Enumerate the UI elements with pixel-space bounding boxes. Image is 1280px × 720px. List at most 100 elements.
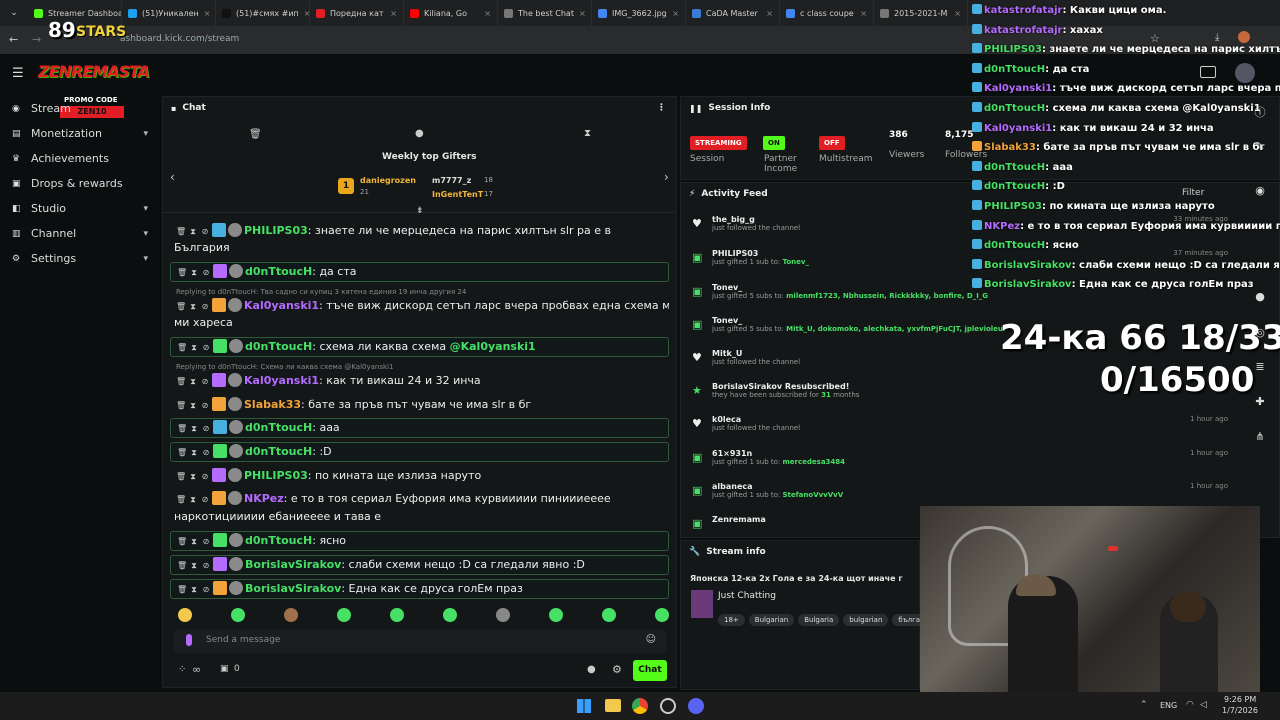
stream-tag[interactable]: Bulgarian	[748, 614, 795, 626]
camera-icon[interactable]: ◉	[1253, 184, 1267, 198]
chat-more-icon[interactable]: ⋮	[657, 103, 666, 113]
ban-icon[interactable]: ⊘	[201, 264, 211, 281]
chat-rail-icon[interactable]: ●	[1253, 290, 1267, 304]
stream-tag[interactable]: българ	[892, 614, 920, 626]
browser-tab[interactable]: (51)#смях #ип ×	[216, 0, 310, 26]
file-explorer-icon[interactable]	[605, 699, 621, 712]
category-name[interactable]: Just Chatting	[718, 591, 776, 601]
gifter-3-name[interactable]: InGentTenT	[432, 190, 483, 199]
chat-message[interactable]: 🗑 ⧗ ⊘ Kal0yanski1: тъче виж дискорд сетъп л…	[170, 297, 669, 315]
browser-tab[interactable]: The best Chat ×	[498, 0, 592, 26]
browser-tab[interactable]: 2015-2021-M ×	[874, 0, 968, 26]
stream-tag[interactable]: bulgarian	[843, 614, 889, 626]
chat-username[interactable]: d0nTtoucH	[245, 421, 312, 434]
chat-message[interactable]: ми хареса	[170, 314, 669, 332]
volume-icon[interactable]: ◁	[1200, 700, 1207, 710]
ban-icon[interactable]: ⊘	[201, 339, 211, 356]
browser-tab[interactable]: IMG_3662.jpg ×	[592, 0, 686, 26]
chat-username[interactable]: Kal0yanski1	[244, 299, 319, 312]
timeout-icon[interactable]: ⧗	[188, 223, 198, 240]
activity-recipient[interactable]: 31	[821, 391, 831, 399]
activity-item[interactable]: ▣ albaneca just gifted 1 sub to: StefanoVv…	[688, 482, 1228, 499]
timeout-icon[interactable]: ⧗	[188, 298, 198, 315]
activity-recipient[interactable]: milenmf1723, Nbhussein, Rickkkkky, bonfi…	[786, 292, 988, 300]
timeout-icon[interactable]: ⧗	[189, 444, 199, 461]
emote-icon[interactable]	[284, 608, 298, 622]
emote-icon[interactable]	[655, 608, 669, 622]
chat-mention[interactable]: @Kal0yanski1	[450, 340, 536, 353]
sidebar-item-monetization[interactable]: ▤ Monetization ▾	[0, 121, 160, 146]
delete-message-icon[interactable]: 🗑	[176, 298, 186, 315]
edit-icon[interactable]: ✎	[1253, 140, 1267, 154]
gifter-1-name[interactable]: daniegrozen	[360, 176, 416, 185]
chat-message[interactable]: 🗑 ⧗ ⊘ Kal0yanski1: как ти викаш 24 и 32 инч…	[170, 372, 669, 390]
chat-message[interactable]: 🗑 ⧗ ⊘ d0nTtoucH: схема ли каква схема @Kal0…	[170, 337, 669, 357]
activity-filter-button[interactable]: Filter	[1182, 188, 1204, 198]
download-icon[interactable]: ⤓	[1215, 32, 1219, 43]
emote-icon[interactable]	[496, 608, 510, 622]
prev-arrow-icon[interactable]: ‹	[170, 170, 175, 184]
browser-tab[interactable]: c class coupe ×	[780, 0, 874, 26]
chat-username[interactable]: d0nTtoucH	[245, 265, 312, 278]
chat-username[interactable]: Slabak33	[244, 398, 301, 411]
timeout-icon[interactable]: ⧗	[189, 581, 199, 598]
category-thumbnail[interactable]	[691, 590, 713, 618]
tab-list-icon[interactable]: ⌄	[0, 0, 28, 26]
gifter-2-name[interactable]: m7777_z	[432, 176, 471, 185]
timeout-icon[interactable]: ⧗	[188, 397, 198, 414]
chevron-down-icon[interactable]: ▾	[143, 229, 148, 239]
tab-close-icon[interactable]: ×	[390, 9, 397, 18]
chat-message[interactable]: 🗑 ⧗ ⊘ NKPez: е то в тоя сериал Еуфория има …	[170, 490, 669, 508]
sidebar-item-achievements[interactable]: ♛ Achievements	[0, 146, 160, 171]
chat-message[interactable]: 🗑 ⧗ ⊘ Slabak33: бате за пръв път чувам че и…	[170, 396, 669, 414]
chevron-down-icon[interactable]: ▾	[143, 254, 148, 264]
timeout-icon[interactable]: ⧗	[188, 491, 198, 508]
next-arrow-icon[interactable]: ›	[664, 170, 669, 184]
delete-message-icon[interactable]: 🗑	[177, 339, 187, 356]
activity-recipient[interactable]: StefanoVvvVvV	[783, 491, 844, 499]
trash-icon[interactable]: 🗑	[249, 129, 262, 140]
delete-message-icon[interactable]: 🗑	[177, 264, 187, 281]
sidebar-item-studio[interactable]: ◧ Studio ▾	[0, 196, 160, 221]
emote-icon[interactable]	[178, 608, 192, 622]
back-icon[interactable]: ←	[9, 33, 18, 46]
emote-icon[interactable]	[549, 608, 563, 622]
hamburger-menu-icon[interactable]: ☰	[12, 66, 24, 81]
share-rail-icon[interactable]: ⋔	[1253, 430, 1267, 444]
chat-input-box[interactable]: Send a message ☺	[174, 629, 666, 653]
delete-message-icon[interactable]: 🗑	[176, 373, 186, 390]
delete-message-icon[interactable]: 🗑	[177, 444, 187, 461]
clock-date[interactable]: 1/7/2026	[1222, 706, 1258, 715]
chat-settings-icon[interactable]: ⚙	[612, 663, 622, 676]
slow-mode-icon[interactable]: ⧗	[584, 128, 591, 139]
tab-close-icon[interactable]: ×	[579, 9, 586, 18]
wifi-icon[interactable]: ◠	[1186, 700, 1194, 710]
activity-item[interactable]: ▣ 61×931n just gifted 1 sub to: mercedesa3…	[688, 449, 1228, 466]
sidebar-item-settings[interactable]: ⚙ Settings ▾	[0, 246, 160, 271]
tool-rail-icon[interactable]: ✚	[1253, 395, 1267, 409]
ban-icon[interactable]: ⊘	[201, 581, 211, 598]
tab-close-icon[interactable]: ×	[204, 9, 211, 18]
windows-start-icon[interactable]	[577, 699, 591, 713]
chat-message[interactable]: 🗑 ⧗ ⊘ d0nTtoucH: ясно	[170, 531, 669, 551]
chat-username[interactable]: d0nTtoucH	[245, 340, 312, 353]
partner-on-badge[interactable]: ON	[763, 130, 785, 150]
delete-message-icon[interactable]: 🗑	[176, 223, 186, 240]
chat-username[interactable]: NKPez	[244, 492, 284, 505]
discord-icon[interactable]	[688, 698, 704, 714]
chat-username[interactable]: d0nTtoucH	[245, 534, 312, 547]
ban-icon[interactable]: ⊘	[200, 223, 210, 240]
timeout-icon[interactable]: ⧗	[189, 339, 199, 356]
chat-username[interactable]: d0nTtoucH	[245, 445, 312, 458]
ban-icon[interactable]: ⊘	[201, 533, 211, 550]
timeout-icon[interactable]: ⧗	[189, 557, 199, 574]
info-icon[interactable]: ⓘ	[1253, 104, 1267, 119]
delete-message-icon[interactable]: 🗑	[176, 468, 186, 485]
delete-message-icon[interactable]: 🗑	[176, 397, 186, 414]
emoji-icon[interactable]: ☺	[646, 634, 656, 645]
emote-icon[interactable]	[443, 608, 457, 622]
ban-icon[interactable]: ⊘	[200, 491, 210, 508]
timeout-icon[interactable]: ⧗	[189, 264, 199, 281]
timeout-icon[interactable]: ⧗	[189, 533, 199, 550]
activity-item[interactable]: ♥ k0leca just followed the channel 1 hour a…	[688, 415, 1228, 432]
